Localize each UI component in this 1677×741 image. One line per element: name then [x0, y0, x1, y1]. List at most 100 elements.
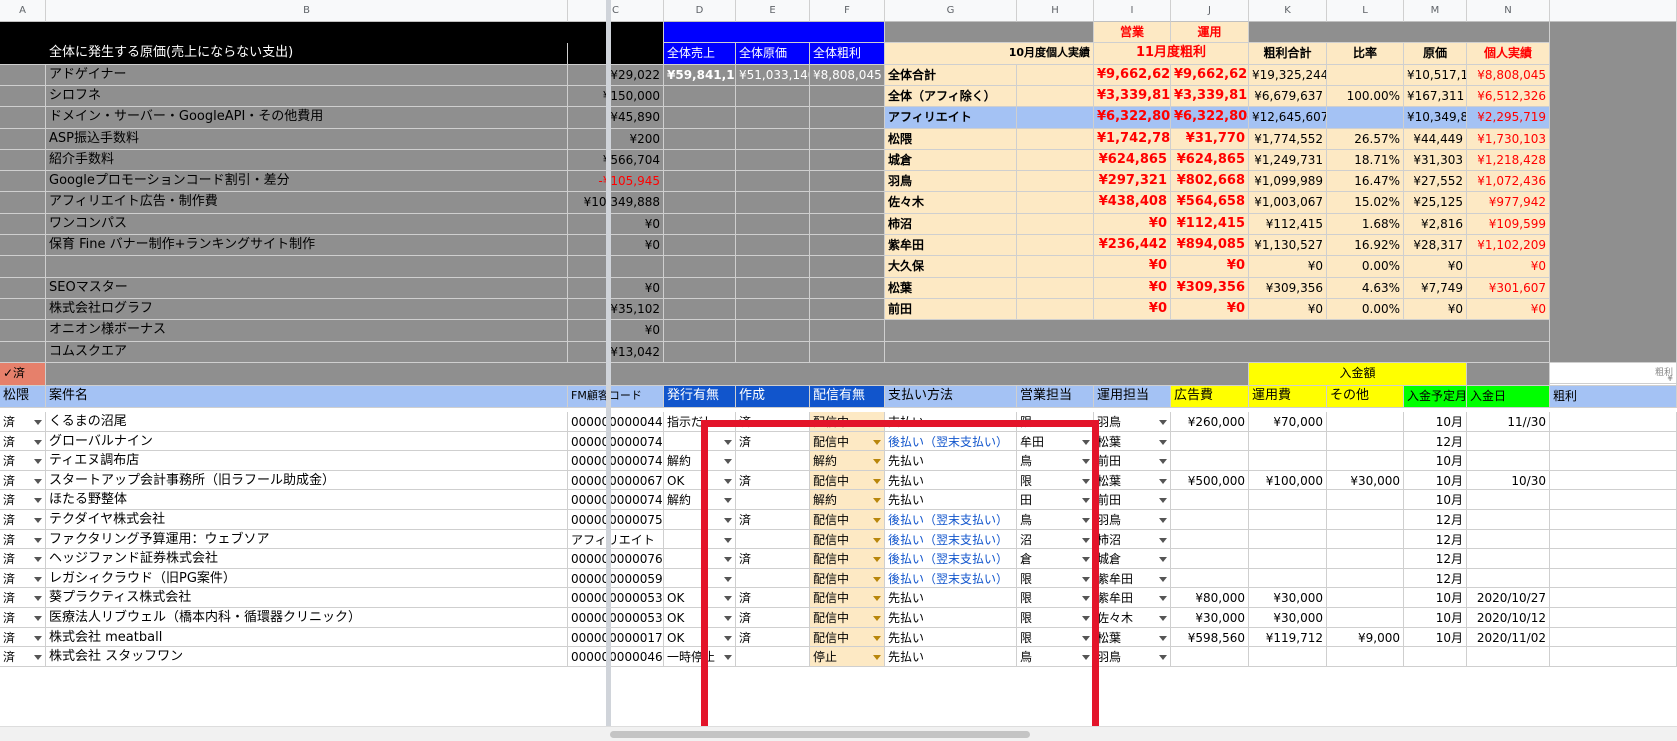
summary-cost[interactable]: ¥0	[1404, 256, 1467, 278]
row-other[interactable]	[1327, 588, 1404, 608]
summary-eigyo-value[interactable]: ¥6,322,804	[1094, 107, 1171, 129]
row-payment-date[interactable]	[1467, 451, 1550, 471]
row-ops-owner-select[interactable]: 羽鳥	[1094, 647, 1171, 667]
row-sales-owner-select[interactable]: 倉	[1017, 549, 1094, 569]
summary-ratio[interactable]: 0.00%	[1327, 256, 1404, 278]
chevron-down-icon[interactable]	[1082, 616, 1090, 621]
summary-row-name[interactable]: 全体（アフィ除く）	[885, 86, 1017, 107]
summary-oct-cell[interactable]	[1017, 171, 1094, 192]
row-status-select[interactable]: 済	[0, 510, 46, 530]
summary-eigyo-value[interactable]: ¥9,662,622	[1094, 65, 1171, 86]
row-payment-method[interactable]: 先払い	[885, 608, 1017, 628]
row-sales-owner-select[interactable]: 田	[1017, 490, 1094, 510]
row-delivery-select[interactable]: 解約	[810, 490, 885, 510]
summary-personal[interactable]: ¥977,942	[1467, 192, 1550, 214]
row-ops-cost[interactable]	[1249, 549, 1327, 569]
scrollbar-thumb[interactable]	[610, 731, 1030, 738]
chevron-down-icon[interactable]	[1159, 498, 1167, 503]
row-status-select[interactable]: 済	[0, 549, 46, 569]
summary-unyo-value[interactable]: ¥894,085	[1171, 235, 1249, 256]
summary-cost[interactable]: ¥27,552	[1404, 171, 1467, 192]
summary-ratio[interactable]: 18.71%	[1327, 150, 1404, 171]
row-gross[interactable]	[1550, 412, 1677, 432]
summary-oct-cell[interactable]	[1017, 192, 1094, 214]
summary-row-name[interactable]: 大久保	[885, 256, 1017, 278]
row-sales-owner-select[interactable]: 限	[1017, 412, 1094, 432]
chevron-down-icon[interactable]	[724, 557, 732, 562]
row-created[interactable]	[736, 647, 810, 667]
cost-item-amount[interactable]: ¥200	[568, 129, 664, 150]
header-issued[interactable]: 発行有無	[664, 386, 736, 408]
row-status-select[interactable]: 済	[0, 647, 46, 667]
summary-ratio[interactable]: 16.92%	[1327, 235, 1404, 256]
column-header-g[interactable]: G	[885, 0, 1017, 22]
cost-item-amount[interactable]: ¥0	[568, 278, 664, 299]
row-other[interactable]	[1327, 510, 1404, 530]
row-payment-month[interactable]: 12月	[1404, 510, 1467, 530]
row-payment-method[interactable]: 後払い（翌末支払い）	[885, 432, 1017, 451]
chevron-down-icon[interactable]	[34, 655, 42, 660]
header-ad-cost[interactable]: 広告費	[1171, 386, 1249, 408]
row-ad-cost[interactable]	[1171, 569, 1249, 588]
summary-row-name[interactable]: 柿沼	[885, 214, 1017, 235]
row-sales-owner-select[interactable]: 牟田	[1017, 432, 1094, 451]
row-payment-method[interactable]: 先払い	[885, 490, 1017, 510]
row-ops-cost[interactable]: ¥70,000	[1249, 412, 1327, 432]
chevron-down-icon[interactable]	[873, 636, 881, 641]
summary-unyo-value[interactable]: ¥564,658	[1171, 192, 1249, 214]
summary-personal[interactable]: ¥1,072,436	[1467, 171, 1550, 192]
header-payment-method[interactable]: 支払い方法	[885, 386, 1017, 408]
row-ops-cost[interactable]	[1249, 432, 1327, 451]
summary-cost[interactable]: ¥25,125	[1404, 192, 1467, 214]
row-payment-month[interactable]: 10月	[1404, 471, 1467, 490]
row-status-select[interactable]: 済	[0, 432, 46, 451]
summary-oct-cell[interactable]	[1017, 150, 1094, 171]
row-fm-code[interactable]: 0000000000760	[568, 549, 664, 569]
row-fm-code[interactable]: 0000000000179	[568, 628, 664, 647]
row-payment-month[interactable]: 10月	[1404, 588, 1467, 608]
row-sales-owner-select[interactable]: 限	[1017, 588, 1094, 608]
cost-item-amount[interactable]: ¥0	[568, 320, 664, 342]
row-status-select[interactable]: 済	[0, 412, 46, 432]
header-gross[interactable]: 粗利	[1550, 386, 1677, 408]
row-payment-date[interactable]	[1467, 432, 1550, 451]
summary-cost[interactable]: ¥10,349,88	[1404, 107, 1467, 129]
cost-item-amount[interactable]: ¥35,102	[568, 299, 664, 320]
chevron-down-icon[interactable]	[873, 518, 881, 523]
summary-oct-cell[interactable]	[1017, 214, 1094, 235]
row-project-name[interactable]: 医療法人リブウェル（橋本内科・循環器クリニック）	[46, 608, 568, 628]
cost-item-name[interactable]	[46, 256, 568, 278]
summary-unyo-value[interactable]: ¥31,770	[1171, 129, 1249, 150]
header-delivery[interactable]: 配信有無	[810, 386, 885, 408]
cost-item-name[interactable]: シロフネ	[46, 86, 568, 107]
row-issued-select[interactable]: OK	[664, 471, 736, 490]
row-project-name[interactable]: ファクタリング予算運用：ウェブソア	[46, 530, 568, 549]
summary-oct-cell[interactable]	[1017, 278, 1094, 299]
summary-oct-cell[interactable]	[1017, 299, 1094, 320]
chevron-down-icon[interactable]	[724, 518, 732, 523]
row-project-name[interactable]: くるまの沼尾	[46, 412, 568, 432]
row-sales-owner-select[interactable]: 鳥	[1017, 510, 1094, 530]
cost-item-name[interactable]: ASP振込手数料	[46, 129, 568, 150]
row-created[interactable]	[736, 569, 810, 588]
horizontal-scrollbar[interactable]	[0, 726, 1677, 741]
column-header-b[interactable]: B	[46, 0, 568, 22]
row-payment-month[interactable]: 10月	[1404, 451, 1467, 471]
chevron-down-icon[interactable]	[1082, 518, 1090, 523]
row-status-select[interactable]: 済	[0, 530, 46, 549]
row-sales-owner-select[interactable]: 鳥	[1017, 451, 1094, 471]
row-created[interactable]: 済	[736, 412, 810, 432]
chevron-down-icon[interactable]	[34, 440, 42, 445]
chevron-down-icon[interactable]	[724, 596, 732, 601]
row-ops-owner-select[interactable]: 松葉	[1094, 471, 1171, 490]
chevron-down-icon[interactable]	[1082, 596, 1090, 601]
total-sales-value[interactable]: ¥59,841,185	[664, 65, 736, 86]
row-ad-cost[interactable]: ¥260,000	[1171, 412, 1249, 432]
filter-person-cell[interactable]: 松隈	[0, 386, 46, 408]
row-project-name[interactable]: ほたる野整体	[46, 490, 568, 510]
spreadsheet-grid[interactable]: A B C D E F G H I J K L M N 全体に発生する原価(売上にならない支出) 全体売上 全体…	[0, 0, 1677, 741]
summary-cost[interactable]: ¥167,311	[1404, 86, 1467, 107]
chevron-down-icon[interactable]	[34, 459, 42, 464]
row-gross[interactable]	[1550, 569, 1677, 588]
row-created[interactable]: 済	[736, 510, 810, 530]
